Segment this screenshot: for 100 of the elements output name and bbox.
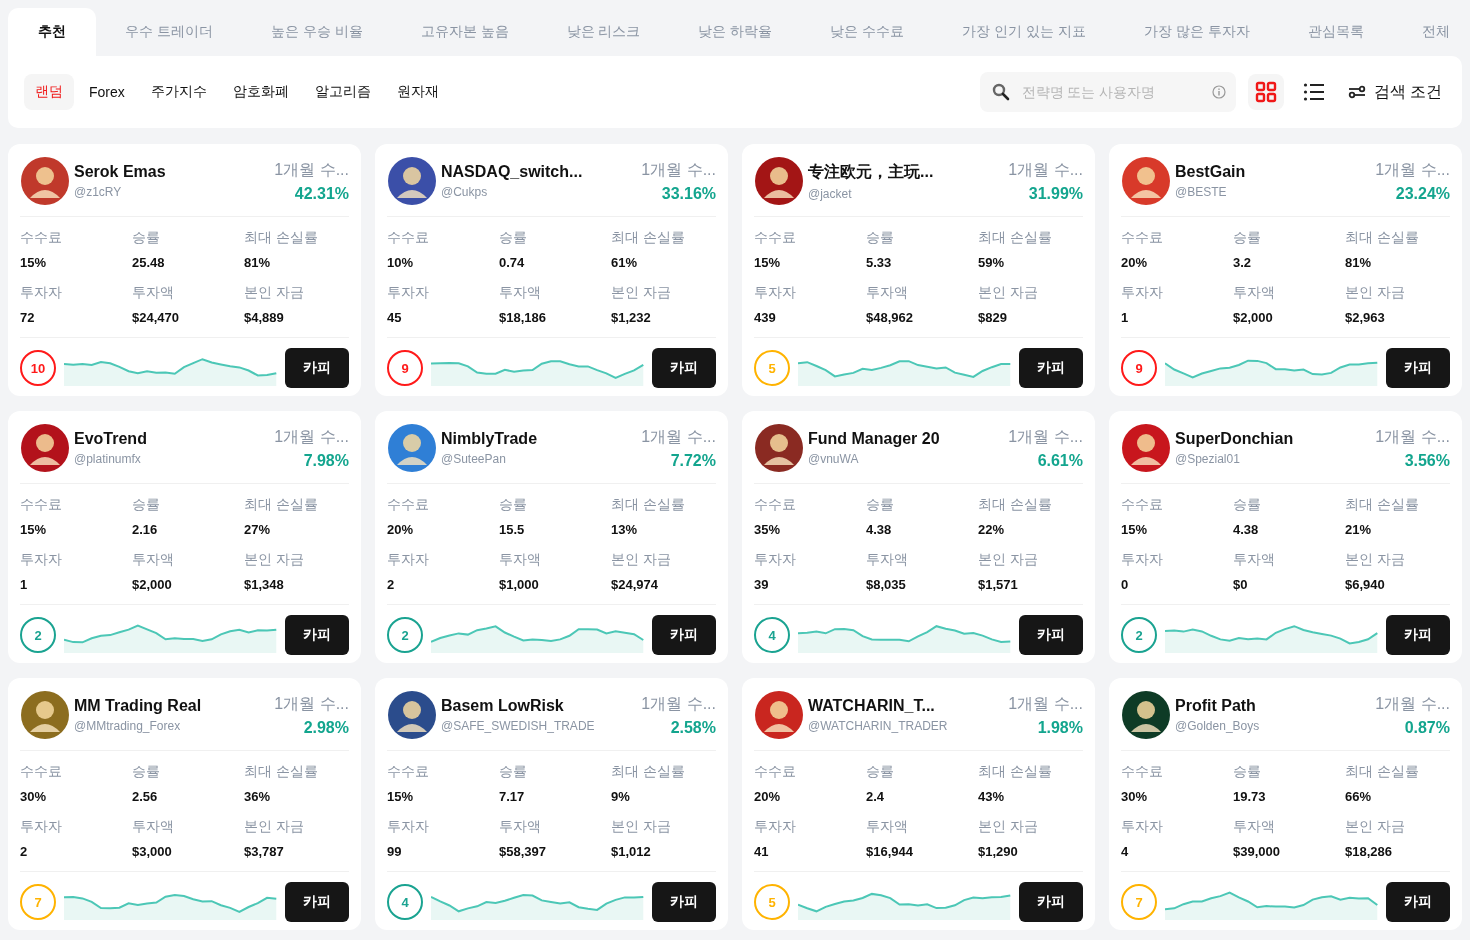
stat-value: $18,186 xyxy=(499,310,547,325)
stat-label: 투자자 xyxy=(20,284,63,302)
avatar-icon xyxy=(1121,690,1171,740)
stat-value: $39,000 xyxy=(1233,844,1281,859)
stat-value: 4 xyxy=(1121,844,1130,859)
trader-name[interactable]: Serok Emas xyxy=(74,163,271,181)
stat-label: 승률 xyxy=(499,229,528,247)
copy-button[interactable]: 카피 xyxy=(1019,348,1083,388)
trader-handle: @SAFE_SWEDISH_TRADE xyxy=(441,719,596,733)
stat-value: $0 xyxy=(1233,577,1249,592)
filter-chip[interactable]: 랜덤 xyxy=(24,74,74,110)
copy-button[interactable]: 카피 xyxy=(1019,882,1083,922)
stat-value: 39 xyxy=(754,577,770,592)
stat-value: 15% xyxy=(1121,522,1149,537)
return-value: 31.99% xyxy=(1027,184,1083,203)
stat-value: $8,035 xyxy=(866,577,907,592)
stat-label: 투자액 xyxy=(499,551,542,569)
period-label: 1개월 수... xyxy=(1375,693,1450,714)
trader-name[interactable]: NimblyTrade xyxy=(441,430,638,448)
trader-handle: @z1cRY xyxy=(74,185,123,199)
stat-value: 9% xyxy=(611,789,631,804)
stat-value: $24,470 xyxy=(132,310,180,325)
stat-label: 승률 xyxy=(866,763,895,781)
stat-label: 최대 손실률 xyxy=(978,229,1053,247)
stat-label: 수수료 xyxy=(20,229,63,247)
stat-value: 15% xyxy=(20,255,48,270)
period-label: 1개월 수... xyxy=(274,693,349,714)
stat-value: $2,000 xyxy=(1233,310,1274,325)
category-tab[interactable]: 추천 xyxy=(8,8,96,56)
copy-button[interactable]: 카피 xyxy=(1019,615,1083,655)
stat-value: $1,000 xyxy=(499,577,540,592)
stat-label: 수수료 xyxy=(387,763,430,781)
trader-name[interactable]: SuperDonchian xyxy=(1175,430,1372,448)
stat-label: 수수료 xyxy=(1121,763,1164,781)
return-value: 42.31% xyxy=(293,184,349,203)
stat-label: 본인 자금 xyxy=(978,284,1039,302)
stat-label: 본인 자금 xyxy=(611,818,672,836)
stat-value: 30% xyxy=(20,789,48,804)
filter-chip[interactable]: 주가지수 xyxy=(139,74,218,110)
filter-chip[interactable]: Forex xyxy=(78,74,136,110)
trader-name[interactable]: BestGain xyxy=(1175,163,1372,181)
stat-label: 투자자 xyxy=(20,551,63,569)
copy-button[interactable]: 카피 xyxy=(1386,615,1450,655)
trader-name[interactable]: WATCHARIN_T... xyxy=(808,697,1005,715)
stat-value: 2.56 xyxy=(132,789,159,804)
copy-button[interactable]: 카피 xyxy=(285,348,349,388)
stat-value: 20% xyxy=(387,522,415,537)
trader-name[interactable]: 专注欧元，主玩... xyxy=(808,161,1005,183)
search-field[interactable]: 전략명 또는 사용자명 xyxy=(1019,83,1202,101)
stat-label: 최대 손실률 xyxy=(244,496,319,514)
trader-handle: @jacket xyxy=(808,186,853,201)
stat-value: 2.16 xyxy=(132,522,159,537)
stat-label: 최대 손실률 xyxy=(1345,496,1420,514)
stat-label: 최대 손실률 xyxy=(1345,229,1420,247)
risk-score: 2 xyxy=(387,617,423,653)
trader-name[interactable]: MM Trading Real xyxy=(74,697,271,715)
stat-label: 투자액 xyxy=(132,551,175,569)
return-value: 2.98% xyxy=(302,718,349,737)
copy-button[interactable]: 카피 xyxy=(652,615,716,655)
copy-button[interactable]: 카피 xyxy=(652,348,716,388)
trader-name[interactable]: EvoTrend xyxy=(74,430,271,448)
stat-label: 수수료 xyxy=(387,229,430,247)
stat-label: 투자액 xyxy=(132,284,175,302)
filter-chip[interactable]: 원자재 xyxy=(385,74,450,110)
copy-button[interactable]: 카피 xyxy=(285,615,349,655)
trader-handle: @vnuWA xyxy=(808,452,860,466)
trader-name[interactable]: NASDAQ_switch... xyxy=(441,163,638,181)
stat-value: 1 xyxy=(20,577,29,592)
trader-handle: @Spezial01 xyxy=(1175,452,1241,466)
risk-score: 5 xyxy=(754,350,790,386)
grid-view-button[interactable] xyxy=(1247,74,1284,110)
avatar-icon xyxy=(754,690,804,740)
stat-label: 본인 자금 xyxy=(611,284,672,302)
stat-label: 최대 손실률 xyxy=(1345,763,1420,781)
trader-name[interactable]: Fund Manager 20 xyxy=(808,430,1005,448)
copy-button[interactable]: 카피 xyxy=(285,882,349,922)
stat-value: 72 xyxy=(20,310,36,325)
stat-value: 59% xyxy=(978,255,1006,270)
stat-label: 투자액 xyxy=(866,551,909,569)
filter-chip[interactable]: 알고리즘 xyxy=(303,74,382,110)
stat-value: 0.74 xyxy=(499,255,526,270)
stat-label: 투자자 xyxy=(1121,818,1164,836)
copy-button[interactable]: 카피 xyxy=(1386,348,1450,388)
stat-value: 81% xyxy=(1345,255,1373,270)
trader-name[interactable]: Profit Path xyxy=(1175,697,1372,715)
stat-label: 최대 손실률 xyxy=(611,229,686,247)
stat-label: 수수료 xyxy=(387,496,430,514)
return-value: 6.61% xyxy=(1036,451,1083,470)
stat-value: $1,290 xyxy=(978,844,1019,859)
copy-button[interactable]: 카피 xyxy=(1386,882,1450,922)
search-box[interactable]: 전략명 또는 사용자명 xyxy=(979,72,1236,112)
stat-label: 승률 xyxy=(499,496,528,514)
filter-chip[interactable]: 암호화폐 xyxy=(221,74,300,110)
search-conditions-button[interactable]: 검색 조건 xyxy=(1343,81,1446,103)
stat-value: $16,944 xyxy=(866,844,914,859)
return-value: 1.98% xyxy=(1036,718,1083,737)
copy-button[interactable]: 카피 xyxy=(652,882,716,922)
info-icon[interactable] xyxy=(1211,85,1226,99)
stat-label: 투자자 xyxy=(754,818,797,836)
trader-name[interactable]: Basem LowRisk xyxy=(441,697,638,715)
